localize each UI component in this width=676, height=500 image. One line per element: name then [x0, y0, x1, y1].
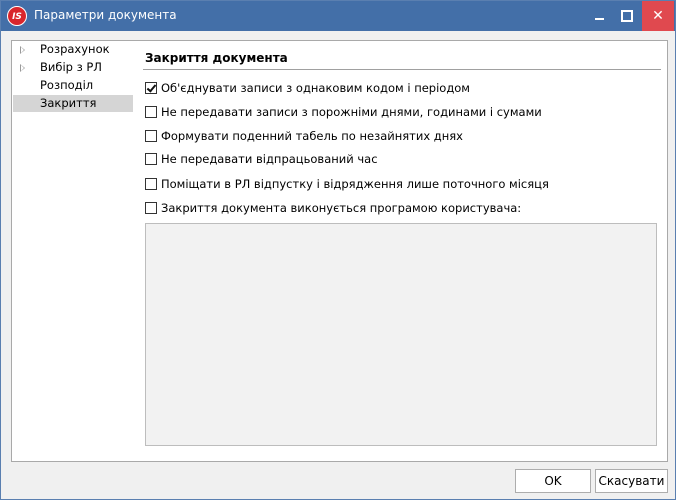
user-program-textarea[interactable]: [145, 223, 657, 446]
checkbox-label: Не передавати відпрацьований час: [161, 152, 378, 166]
close-icon: ✕: [652, 8, 664, 24]
checkbox-label: Поміщати в РЛ відпустку і відрядження ли…: [161, 177, 549, 191]
title-bar[interactable]: IS Параметри документа ✕: [1, 1, 675, 31]
nav-item-vybir-z-rl[interactable]: Вибір з РЛ: [13, 59, 133, 76]
maximize-button[interactable]: [613, 1, 641, 31]
checkbox[interactable]: [145, 130, 157, 142]
window-title: Параметри документа: [34, 8, 177, 22]
nav-item-zakryttia[interactable]: Закриття: [13, 95, 133, 112]
checkbox-label: Не передавати записи з порожніми днями, …: [161, 105, 542, 119]
expand-arrow-icon[interactable]: [20, 64, 25, 72]
nav-item-label: Закриття: [40, 96, 97, 110]
close-button[interactable]: ✕: [642, 1, 674, 31]
section-divider: [143, 69, 661, 70]
checkbox[interactable]: [145, 202, 157, 214]
nav-item-label: Розрахунок: [40, 42, 110, 56]
app-logo-icon: IS: [7, 6, 27, 26]
cancel-button[interactable]: Скасувати: [595, 469, 668, 493]
checkbox-label: Об'єднувати записи з однаковим кодом і п…: [161, 81, 470, 95]
checkbox-label: Формувати поденний табель по незайнятих …: [161, 129, 463, 143]
checkbox[interactable]: [145, 178, 157, 190]
ok-button[interactable]: OK: [515, 469, 591, 493]
section-title: Закриття документа: [145, 51, 288, 65]
maximize-icon: [621, 10, 633, 22]
nav-item-label: Вибір з РЛ: [40, 60, 102, 74]
expand-arrow-icon[interactable]: [20, 46, 25, 54]
nav-item-rozpodil[interactable]: Розподіл: [13, 77, 133, 94]
nav-item-label: Розподіл: [40, 78, 94, 92]
checkbox[interactable]: [145, 82, 157, 94]
content-panel: Розрахунок Вибір з РЛ Розподіл Закриття …: [11, 40, 668, 462]
minimize-icon: [594, 18, 604, 20]
nav-item-rozrakhunok[interactable]: Розрахунок: [13, 41, 133, 58]
checkbox-label: Закриття документа виконується програмою…: [161, 201, 522, 215]
minimize-button[interactable]: [585, 1, 613, 31]
checkbox[interactable]: [145, 153, 157, 165]
checkbox[interactable]: [145, 106, 157, 118]
